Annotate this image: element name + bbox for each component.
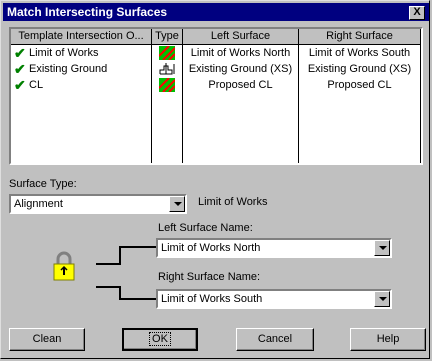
current-surface-name: Limit of Works: [198, 196, 268, 208]
right-surface-cell: Existing Ground (XS): [307, 63, 412, 75]
right-surface-value: Limit of Works South: [161, 293, 263, 305]
connector-line: [96, 286, 121, 288]
left-surface-cell: Limit of Works North: [190, 47, 291, 59]
chevron-down-icon[interactable]: [374, 291, 390, 307]
right-surface-cell: Proposed CL: [327, 79, 392, 91]
surface-type-value: Alignment: [14, 198, 63, 210]
chevron-down-icon[interactable]: [169, 196, 185, 212]
cancel-button[interactable]: Cancel: [236, 328, 314, 351]
ok-button[interactable]: OK: [122, 328, 198, 351]
row-name: CL: [29, 79, 44, 91]
right-surface-cell: Limit of Works South: [308, 47, 411, 59]
connector-line: [119, 298, 156, 300]
hatched-surface-icon: [159, 46, 175, 60]
chevron-down-icon[interactable]: [374, 240, 390, 256]
right-surface-label: Right Surface Name:: [158, 271, 261, 283]
lock-icon[interactable]: [53, 251, 75, 281]
title-bar: Match Intersecting Surfaces X: [3, 3, 429, 21]
left-surface-label: Left Surface Name:: [158, 222, 253, 234]
column-divider: [420, 45, 421, 163]
checkmark-icon: ✔: [14, 45, 26, 61]
column-header-type[interactable]: Type: [152, 29, 183, 45]
checkmark-icon: ✔: [14, 77, 26, 93]
dialog-title: Match Intersecting Surfaces: [7, 5, 168, 19]
surface-type-dropdown[interactable]: Alignment: [9, 194, 187, 214]
left-surface-cell: Existing Ground (XS): [188, 63, 293, 75]
clean-button[interactable]: Clean: [9, 328, 85, 351]
help-button[interactable]: Help: [350, 328, 426, 351]
hatched-surface-icon: [159, 78, 175, 92]
row-name: Existing Ground: [29, 63, 108, 75]
column-header-left-surface[interactable]: Left Surface: [183, 29, 299, 45]
checkmark-icon: ✔: [14, 61, 26, 77]
row-name: Limit of Works: [29, 47, 99, 59]
cross-section-icon: [159, 63, 175, 75]
connector-line: [119, 246, 156, 248]
column-header-right-surface[interactable]: Right Surface: [299, 29, 421, 45]
close-button[interactable]: X: [409, 6, 425, 20]
column-divider: [151, 45, 152, 163]
surface-type-label: Surface Type:: [9, 178, 77, 190]
left-surface-dropdown[interactable]: Limit of Works North: [156, 238, 392, 258]
connector-line: [96, 263, 121, 265]
intersection-table[interactable]: Template Intersection O... Type Left Sur…: [9, 27, 423, 165]
column-header-template[interactable]: Template Intersection O...: [11, 29, 152, 45]
left-surface-value: Limit of Works North: [161, 242, 261, 254]
right-surface-dropdown[interactable]: Limit of Works South: [156, 289, 392, 309]
dialog-window: Match Intersecting Surfaces X Template I…: [0, 0, 430, 359]
left-surface-cell: Proposed CL: [208, 79, 273, 91]
